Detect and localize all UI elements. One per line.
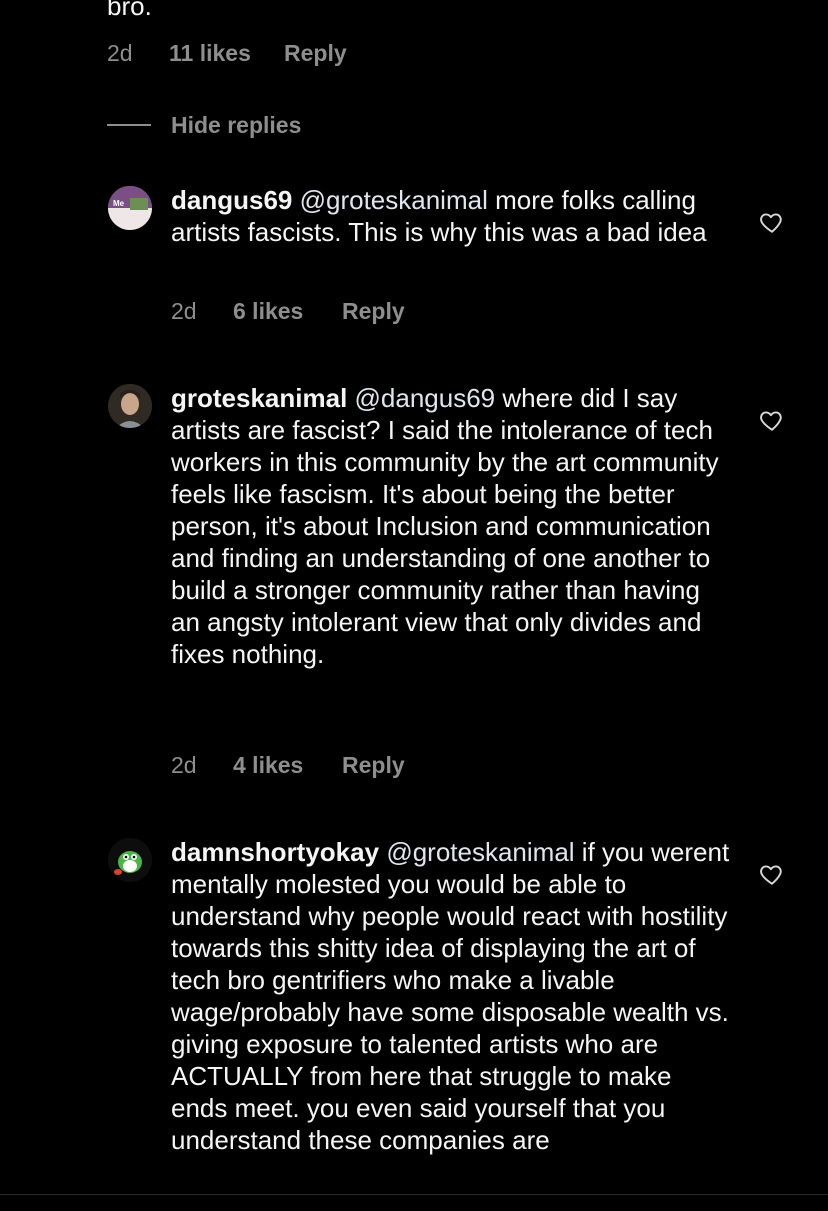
reply-button[interactable]: Reply — [342, 752, 405, 779]
reply-likes[interactable]: 4 likes — [233, 752, 303, 779]
comment-time: 2d — [107, 40, 133, 66]
avatar[interactable]: Me — [108, 186, 152, 230]
replies-divider — [107, 124, 151, 126]
hide-replies-button[interactable]: Hide replies — [171, 112, 301, 139]
avatar-image — [108, 838, 152, 882]
mention-link[interactable]: @dangus69 — [355, 383, 496, 413]
reply-text: dangus69 @groteskanimal more folks calli… — [171, 184, 711, 248]
reply-body: where did I say artists are fascist? I s… — [171, 383, 719, 669]
avatar-label: Me — [113, 199, 125, 208]
heart-icon[interactable] — [759, 861, 785, 887]
reply-time: 2d — [171, 298, 197, 324]
reply-button[interactable]: Reply — [284, 40, 347, 67]
avatar[interactable] — [108, 384, 152, 428]
username[interactable]: groteskanimal — [171, 383, 347, 413]
avatar[interactable] — [108, 838, 152, 882]
heart-icon[interactable] — [759, 407, 785, 433]
reply-text: damnshortyokay @groteskanimal if you wer… — [171, 836, 731, 1156]
mention-link[interactable]: @groteskanimal — [386, 837, 574, 867]
comment-likes[interactable]: 11 likes — [169, 40, 251, 67]
heart-icon[interactable] — [759, 209, 785, 235]
avatar-image — [108, 384, 152, 428]
reply-body: if you werent mentally molested you woul… — [171, 837, 730, 1155]
reply-likes[interactable]: 6 likes — [233, 298, 303, 325]
avatar-image: Me — [108, 186, 152, 230]
username[interactable]: damnshortyokay — [171, 837, 379, 867]
bottom-bar-edge — [0, 1194, 828, 1211]
reply-text: groteskanimal @dangus69 where did I say … — [171, 382, 731, 670]
username[interactable]: dangus69 — [171, 185, 292, 215]
mention-link[interactable]: @groteskanimal — [300, 185, 488, 215]
reply-button[interactable]: Reply — [342, 298, 405, 325]
reply-time: 2d — [171, 752, 197, 778]
comment-text-tail: bro. — [107, 0, 152, 21]
